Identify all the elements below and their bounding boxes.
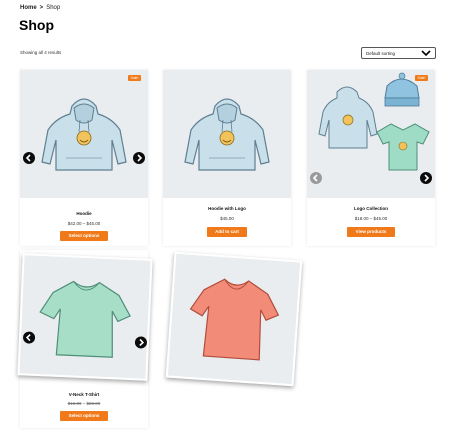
chevron-right-icon[interactable]	[420, 172, 432, 184]
sorting-selected-value: Default sorting	[366, 51, 396, 56]
product-name[interactable]: Hoodie with Logo	[163, 206, 291, 211]
product-image-hoodie-with-logo[interactable]	[163, 70, 291, 198]
chevron-left-icon[interactable]	[23, 152, 35, 164]
product-name[interactable]: Logo Collection	[307, 206, 435, 211]
product-card-hoodie: Sale! Hoodie $42.00 – $45.00 Select opti…	[20, 70, 148, 246]
hoodie-image	[41, 98, 127, 171]
view-products-button[interactable]: View products	[347, 227, 395, 237]
product-image-v-neck-t-shirt[interactable]	[17, 253, 153, 381]
product-gallery-image[interactable]	[165, 251, 303, 387]
sale-badge: Sale!	[128, 75, 141, 81]
hoodie-with-logo-image	[184, 98, 270, 171]
product-price: $45.00	[220, 216, 234, 221]
coral-t-shirt-image	[189, 278, 280, 361]
breadcrumb: Home > Shop	[20, 5, 60, 11]
breadcrumb-current: Shop	[46, 5, 61, 11]
green-t-shirt-image	[39, 280, 131, 358]
product-name[interactable]: Hoodie	[20, 211, 148, 216]
page-title: Shop	[19, 17, 54, 33]
sale-badge: Sale!	[415, 75, 428, 81]
product-card-logo-collection: Sale! Logo Collection $18.00 – $45.00 Vi…	[307, 70, 435, 246]
breadcrumb-home-link[interactable]: Home	[20, 5, 37, 11]
chevron-left-icon[interactable]	[310, 172, 322, 184]
product-price-new: $20.00	[86, 401, 101, 406]
chevron-left-icon[interactable]	[22, 331, 36, 344]
product-card-hoodie-with-logo: Hoodie with Logo $45.00 Add to cart	[163, 70, 291, 246]
logo-collection-image	[318, 72, 430, 171]
chevron-right-icon[interactable]	[133, 152, 145, 164]
breadcrumb-separator: >	[39, 5, 44, 11]
product-price: $15.00 – $20.00	[20, 401, 148, 406]
product-price: $42.00 – $45.00	[67, 221, 101, 226]
chevron-down-icon	[421, 50, 431, 57]
product-price: $18.00 – $45.00	[354, 216, 388, 221]
sorting-select[interactable]: Default sorting	[361, 47, 436, 59]
add-to-cart-button[interactable]: Add to cart	[207, 227, 247, 237]
select-options-button[interactable]: Select options	[60, 231, 108, 241]
chevron-right-icon[interactable]	[134, 336, 148, 349]
product-image-logo-collection[interactable]: Sale!	[307, 70, 435, 198]
select-options-button[interactable]: Select options	[60, 411, 108, 421]
product-image-hoodie[interactable]: Sale!	[20, 70, 148, 198]
product-name[interactable]: V-Neck T-Shirt	[20, 392, 148, 397]
result-count: Showing all 4 results	[20, 50, 62, 55]
product-price-old: $15.00	[67, 401, 82, 406]
